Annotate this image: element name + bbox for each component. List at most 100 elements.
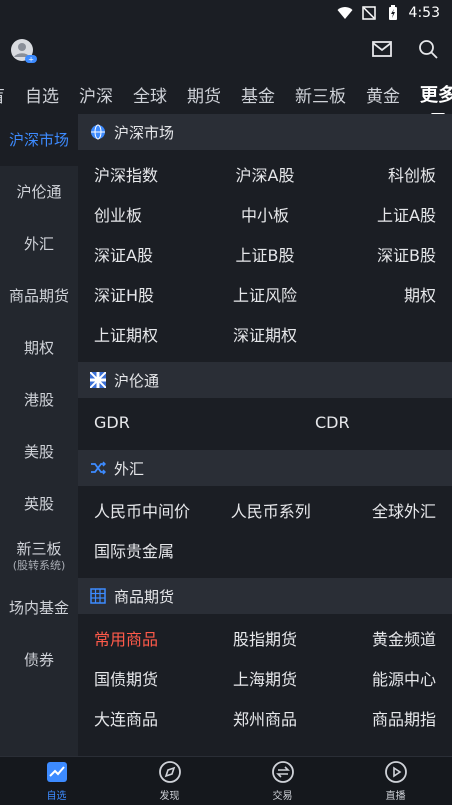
sidebar-item-label: 外汇	[23, 234, 54, 253]
tab-zixuan[interactable]: 自选	[25, 82, 59, 107]
sidebar-item-hk[interactable]: 港股	[0, 374, 78, 426]
sidebar-item-label: 新三板	[16, 539, 62, 558]
link-hushen-a[interactable]: 沪深A股	[208, 162, 322, 186]
app-header: +	[0, 28, 452, 72]
link-row: 上证期权 深证期权	[94, 314, 436, 354]
tab-futures[interactable]: 期货	[187, 82, 221, 107]
link-bond-futures[interactable]: 国债期货	[94, 666, 208, 690]
tab-gold[interactable]: 黄金	[366, 82, 400, 107]
link-sh-a[interactable]: 上证A股	[322, 202, 436, 226]
nav-zixuan[interactable]: 自选	[0, 757, 113, 805]
link-row: 人民币中间价 人民币系列 全球外汇	[94, 490, 436, 530]
tab-funds[interactable]: 基金	[241, 82, 275, 107]
link-cdr[interactable]: CDR	[265, 413, 436, 432]
link-rmb-series[interactable]: 人民币系列	[231, 498, 334, 522]
sidebar-item-us[interactable]: 美股	[0, 426, 78, 478]
sidebar-item-sublabel: (股转系统)	[12, 558, 66, 572]
section-title: 商品期货	[114, 587, 175, 606]
sidebar-item-options[interactable]: 期权	[0, 322, 78, 374]
link-energy-center[interactable]: 能源中心	[322, 666, 436, 690]
sidebar-item-label: 沪深市场	[8, 130, 69, 149]
link-options[interactable]: 期权	[322, 282, 436, 306]
link-sh-options[interactable]: 上证期权	[94, 322, 208, 346]
section-body-hulun: GDR CDR	[78, 398, 452, 450]
link-sme[interactable]: 中小板	[208, 202, 322, 226]
sidebar-item-label: 商品期货	[8, 286, 69, 305]
nav-label: 交易	[272, 791, 293, 802]
sidebar: 沪深市场 沪伦通 外汇 商品期货 期权 港股 美股 英股 新三板 (股转系统) …	[0, 114, 78, 756]
link-chinext[interactable]: 创业板	[94, 202, 208, 226]
link-sz-b[interactable]: 深证B股	[322, 242, 436, 266]
nav-trade[interactable]: 交易	[226, 757, 339, 805]
link-row: 常用商品 股指期货 黄金频道	[94, 618, 436, 658]
sidebar-item-commodity[interactable]: 商品期货	[0, 270, 78, 322]
globe-icon	[90, 124, 106, 140]
nav-label: 直播	[385, 791, 406, 802]
tab-more[interactable]: 更多	[420, 81, 452, 107]
link-star-market[interactable]: 科创板	[322, 162, 436, 186]
section-header-commodity: 商品期货	[78, 578, 452, 614]
sidebar-item-label: 港股	[23, 390, 54, 409]
section-title: 沪伦通	[114, 371, 160, 390]
top-tabs: 盲 自选 沪深 全球 期货 基金 新三板 黄金 更多	[0, 74, 452, 114]
sidebar-item-label: 美股	[23, 442, 54, 461]
sidebar-item-hushen-market[interactable]: 沪深市场	[0, 114, 78, 166]
nav-label: 自选	[46, 791, 67, 802]
mail-icon[interactable]	[370, 37, 394, 61]
sidebar-item-label: 英股	[23, 494, 54, 513]
link-sz-a[interactable]: 深证A股	[94, 242, 208, 266]
link-sz-h[interactable]: 深证H股	[94, 282, 208, 306]
tab-neeq[interactable]: 新三板	[295, 82, 346, 107]
no-signal-icon	[361, 5, 377, 21]
nav-label: 发现	[159, 791, 180, 802]
link-zhengzhou-commodities[interactable]: 郑州商品	[208, 706, 322, 730]
sidebar-item-neeq[interactable]: 新三板 (股转系统)	[0, 530, 78, 582]
link-shanghai-futures[interactable]: 上海期货	[208, 666, 322, 690]
status-time: 4:53	[408, 5, 440, 21]
link-row: 深证A股 上证B股 深证B股	[94, 234, 436, 274]
link-sh-b[interactable]: 上证B股	[208, 242, 322, 266]
link-hushen-index[interactable]: 沪深指数	[94, 162, 208, 186]
nav-live[interactable]: 直播	[339, 757, 452, 805]
link-dalian-commodities[interactable]: 大连商品	[94, 706, 208, 730]
link-gdr[interactable]: GDR	[94, 413, 265, 432]
status-bar: 4:53	[0, 0, 452, 26]
tab-global[interactable]: 全球	[133, 82, 167, 107]
exchange-icon	[271, 760, 295, 784]
sidebar-item-label: 沪伦通	[16, 182, 62, 201]
link-common-commodities[interactable]: 常用商品	[94, 626, 208, 650]
search-icon[interactable]	[416, 37, 440, 61]
bottom-nav: 自选 发现 交易 直播	[0, 756, 452, 805]
link-sh-risk[interactable]: 上证风险	[208, 282, 322, 306]
nav-discover[interactable]: 发现	[113, 757, 226, 805]
sidebar-item-hulun[interactable]: 沪伦通	[0, 166, 78, 218]
link-row: 国际贵金属	[94, 530, 436, 570]
wifi-icon	[337, 5, 353, 21]
sidebar-item-label: 场内基金	[8, 598, 69, 617]
link-gold-channel[interactable]: 黄金频道	[322, 626, 436, 650]
tab-hushen[interactable]: 沪深	[79, 82, 113, 107]
section-header-fx: 外汇	[78, 450, 452, 486]
chart-icon	[45, 760, 69, 784]
link-index-futures[interactable]: 股指期货	[208, 626, 322, 650]
link-precious-metals[interactable]: 国际贵金属	[94, 538, 436, 562]
link-row: 国债期货 上海期货 能源中心	[94, 658, 436, 698]
section-header-hushen: 沪深市场	[78, 114, 452, 150]
link-sz-options[interactable]: 深证期权	[208, 322, 322, 346]
link-row: 大连商品 郑州商品 商品期指	[94, 698, 436, 738]
tab-partial[interactable]: 盲	[0, 82, 5, 107]
sidebar-item-fx[interactable]: 外汇	[0, 218, 78, 270]
link-rmb-central-parity[interactable]: 人民币中间价	[94, 498, 231, 522]
link-commodity-index-futures[interactable]: 商品期指	[322, 706, 436, 730]
avatar[interactable]: +	[10, 38, 38, 66]
sidebar-item-uk[interactable]: 英股	[0, 478, 78, 530]
link-row: 沪深指数 沪深A股 科创板	[94, 154, 436, 194]
sidebar-item-bonds[interactable]: 债券	[0, 634, 78, 686]
link-global-fx[interactable]: 全球外汇	[333, 498, 436, 522]
link-row: 创业板 中小板 上证A股	[94, 194, 436, 234]
market-content: 沪深市场 沪深指数 沪深A股 科创板 创业板 中小板 上证A股 深证A股 上证B…	[78, 114, 452, 756]
section-body-fx: 人民币中间价 人民币系列 全球外汇 国际贵金属	[78, 486, 452, 578]
flag-icon	[90, 372, 106, 388]
play-icon	[384, 760, 408, 784]
sidebar-item-etf[interactable]: 场内基金	[0, 582, 78, 634]
